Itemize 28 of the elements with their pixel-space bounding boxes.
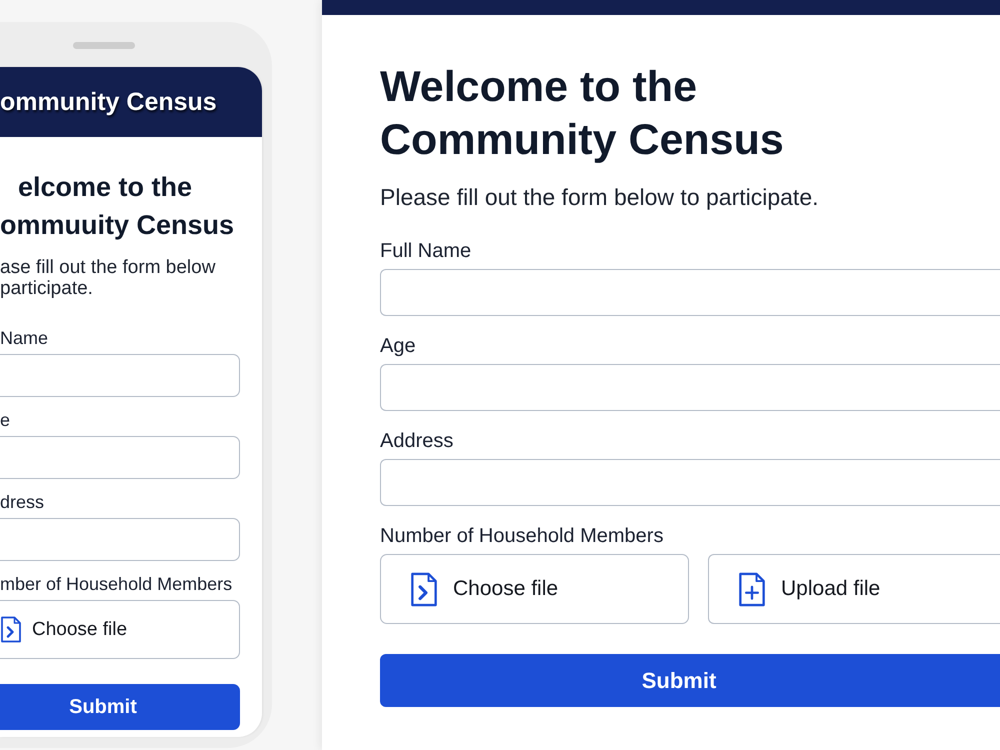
file-arrow-icon <box>409 572 439 606</box>
input-field[interactable] <box>380 364 1000 411</box>
file-arrow-icon <box>0 616 22 643</box>
input-field[interactable] <box>0 354 240 397</box>
file-button[interactable]: Upload file <box>708 554 1000 624</box>
speaker-slot <box>73 42 135 49</box>
intro-text: Please fill out the form below to participate. <box>380 184 820 210</box>
submit-button[interactable]: Submit <box>0 684 240 730</box>
file-plus-icon <box>737 572 767 606</box>
field-label: Number of Household Members <box>380 525 664 547</box>
input-field[interactable] <box>0 436 240 479</box>
field-label: dress <box>0 492 46 512</box>
field-label: Full Name <box>380 240 472 262</box>
header-title: ommunity Census <box>0 88 217 116</box>
page-heading: Welcome to the Community Census <box>380 62 785 166</box>
file-button[interactable]: Choose file <box>380 554 689 624</box>
field-label: Age <box>380 335 417 357</box>
submit-button[interactable]: Submit <box>380 654 1000 707</box>
field-label: Name <box>0 328 50 348</box>
field-label: mber of Household Members <box>0 574 234 594</box>
page-heading: elcome to the ommuuity Census <box>0 171 236 242</box>
file-button[interactable]: Choose file <box>0 600 240 659</box>
intro-text: ase fill out the form below participate. <box>0 257 216 299</box>
input-field[interactable] <box>0 518 240 561</box>
input-field[interactable] <box>380 269 1000 316</box>
input-field[interactable] <box>380 459 1000 506</box>
field-label: e <box>0 410 12 430</box>
field-label: Address <box>380 430 454 452</box>
